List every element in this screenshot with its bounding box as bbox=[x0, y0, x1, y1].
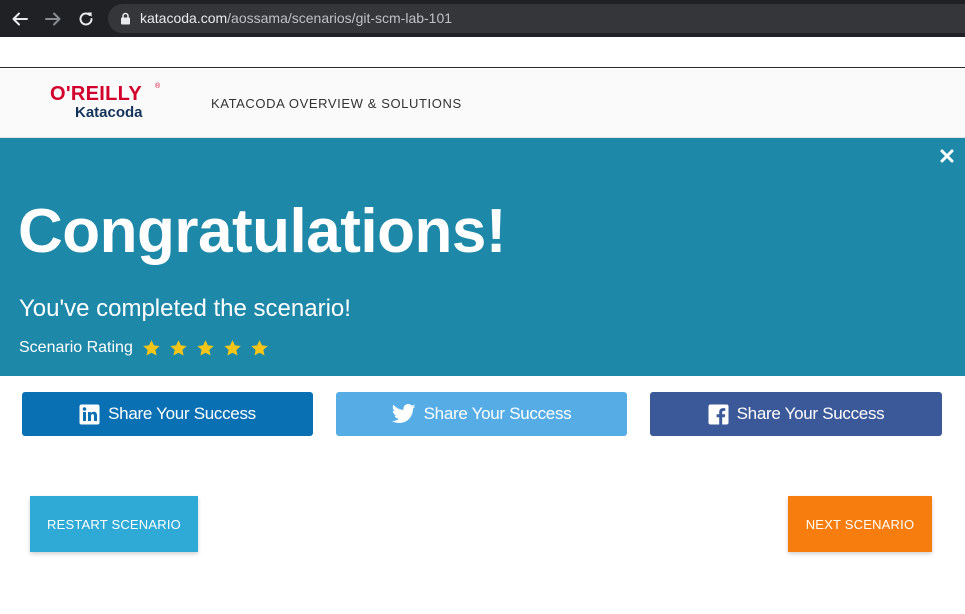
browser-toolbar: katacoda.com/aossama/scenarios/git-scm-l… bbox=[0, 0, 965, 37]
address-bar[interactable]: katacoda.com/aossama/scenarios/git-scm-l… bbox=[108, 4, 965, 33]
star-icon[interactable] bbox=[250, 339, 269, 358]
star-icon[interactable] bbox=[169, 339, 188, 358]
back-arrow-icon[interactable] bbox=[9, 8, 31, 30]
page-title: Congratulations! bbox=[18, 197, 506, 266]
star-icon[interactable] bbox=[142, 339, 161, 358]
bookmarks-bar bbox=[0, 37, 965, 68]
lock-icon bbox=[120, 12, 131, 30]
logo-oreilly-text: O'REILLY bbox=[50, 83, 142, 105]
oreilly-katacoda-logo[interactable]: O'REILLY ® Katacoda bbox=[50, 83, 165, 123]
url-text: katacoda.com/aossama/scenarios/git-scm-l… bbox=[140, 10, 453, 26]
logo-registered-mark: ® bbox=[155, 83, 161, 90]
facebook-icon bbox=[708, 404, 729, 425]
share-facebook-label: Share Your Success bbox=[736, 404, 885, 423]
completion-banner: Congratulations! You've completed the sc… bbox=[0, 138, 965, 376]
close-icon[interactable] bbox=[939, 148, 955, 164]
rating-stars[interactable] bbox=[142, 339, 269, 358]
next-scenario-button[interactable]: NEXT SCENARIO bbox=[788, 496, 932, 552]
site-header: O'REILLY ® Katacoda KATACODA OVERVIEW & … bbox=[0, 69, 965, 138]
logo-katacoda-text: Katacoda bbox=[75, 104, 143, 121]
twitter-icon bbox=[391, 404, 416, 424]
star-icon[interactable] bbox=[196, 339, 215, 358]
share-facebook-button[interactable]: Share Your Success bbox=[650, 392, 942, 436]
completion-subtitle: You've completed the scenario! bbox=[19, 295, 351, 322]
rating-label: Scenario Rating bbox=[19, 339, 133, 356]
reload-icon[interactable] bbox=[75, 8, 97, 30]
forward-arrow-icon[interactable] bbox=[42, 8, 64, 30]
nav-link-overview[interactable]: KATACODA OVERVIEW & SOLUTIONS bbox=[211, 96, 462, 111]
linkedin-icon bbox=[79, 404, 100, 425]
star-icon[interactable] bbox=[223, 339, 242, 358]
share-twitter-button[interactable]: Share Your Success bbox=[336, 392, 627, 436]
restart-scenario-button[interactable]: RESTART SCENARIO bbox=[30, 496, 198, 552]
scenario-rating: Scenario Rating bbox=[19, 337, 269, 359]
share-twitter-label: Share Your Success bbox=[423, 404, 572, 423]
share-linkedin-label: Share Your Success bbox=[108, 404, 256, 423]
share-linkedin-button[interactable]: Share Your Success bbox=[22, 392, 313, 436]
